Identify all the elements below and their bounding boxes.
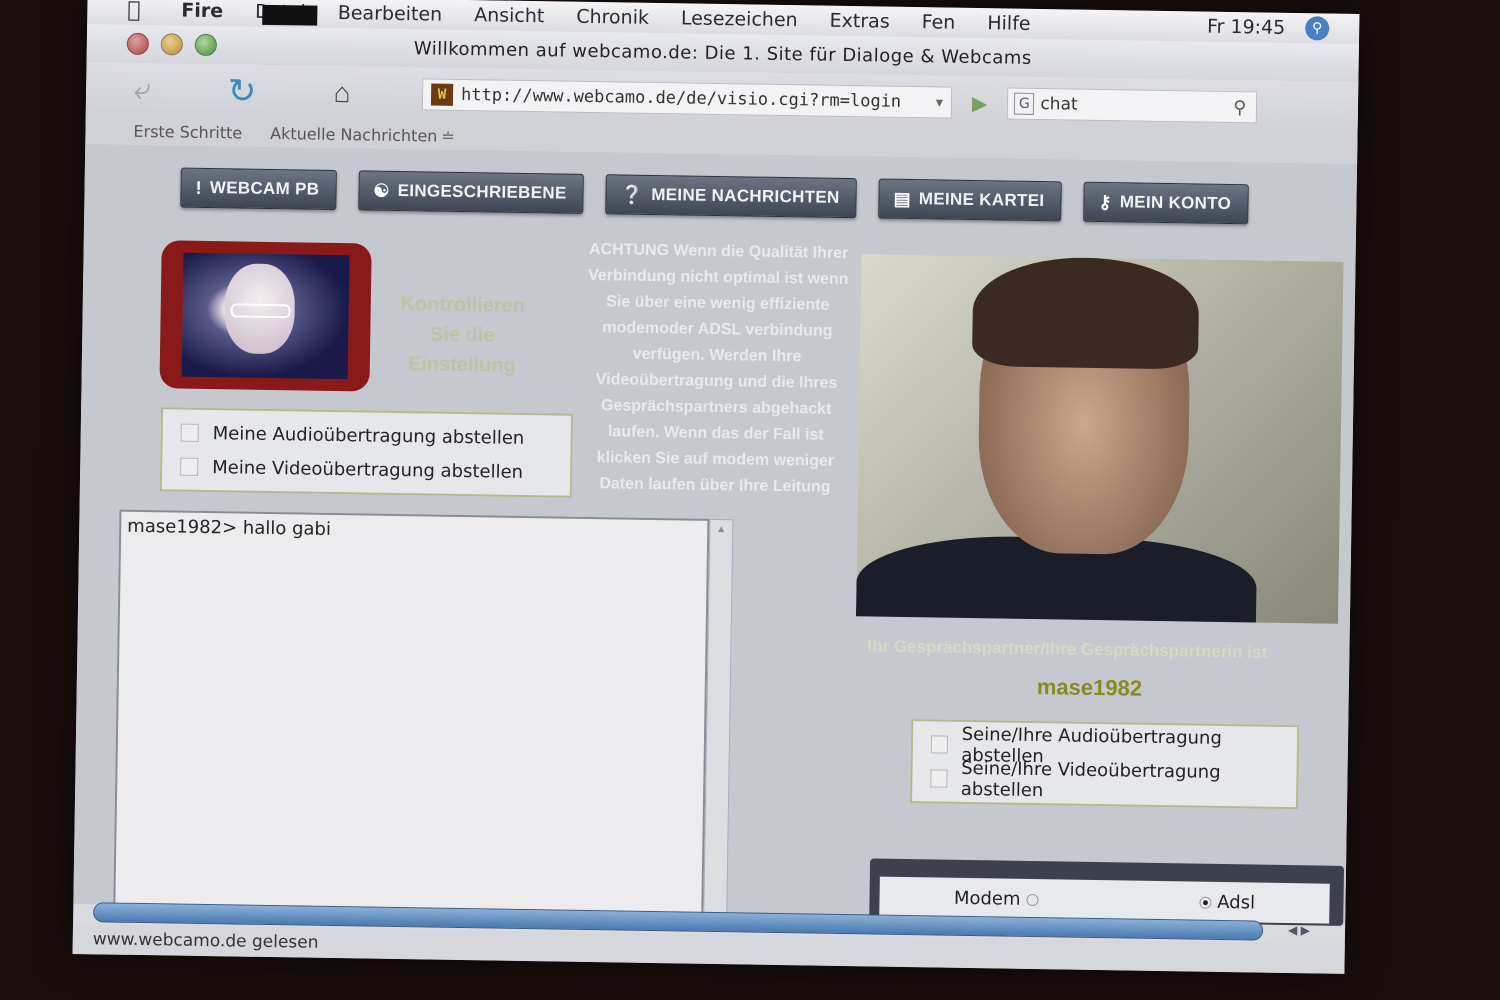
- menu-hilfe[interactable]: Hilfe: [987, 12, 1031, 35]
- go-arrow-icon[interactable]: ▶: [972, 90, 988, 115]
- search-engine-icon[interactable]: G: [1014, 92, 1035, 115]
- self-video-option[interactable]: Meine Videoübertragung abstellen: [180, 450, 552, 490]
- search-bar[interactable]: G chat ⚲: [1007, 87, 1258, 124]
- self-transmission-options: Meine Audioübertragung abstellen Meine V…: [159, 407, 574, 498]
- redaction-bar: [262, 4, 318, 26]
- partner-transmission-options: Seine/Ihre Audioübertragung abstellen Se…: [910, 719, 1300, 810]
- nav-label: MEIN KONTO: [1119, 192, 1232, 214]
- menu-lesezeichen[interactable]: Lesezeichen: [681, 7, 798, 31]
- nav-label: MEINE NACHRICHTEN: [651, 184, 840, 207]
- menu-ansicht[interactable]: Ansicht: [474, 4, 544, 27]
- partner-video-option[interactable]: Seine/Ihre Videoübertragung abstellen: [930, 758, 1278, 801]
- partner-caption: Ihr Gesprächspartner/Ihre Gesprächspartn…: [867, 636, 1268, 662]
- reload-icon[interactable]: ↻: [222, 72, 263, 110]
- self-audio-checkbox[interactable]: [180, 423, 199, 442]
- url-dropdown-icon[interactable]: ▼: [936, 95, 943, 109]
- projected-screen:  Fire Datei Bearbeiten Ansicht Chronik …: [72, 0, 1360, 974]
- partner-hair: [971, 256, 1200, 370]
- adsl-option[interactable]: Adsl: [1193, 891, 1255, 913]
- menubar-clock[interactable]: Fr 19:45: [1207, 16, 1285, 39]
- chat-message: mase1982> hallo gabi: [127, 515, 332, 540]
- apple-icon[interactable]: : [127, 0, 151, 23]
- menu-bearbeiten[interactable]: Bearbeiten: [338, 2, 443, 26]
- bookmark-erste-schritte[interactable]: Erste Schritte: [133, 121, 242, 142]
- site-nav: ! WEBCAM PB ☯ EINGESCHRIEBENE ❔ MEINE NACHR…: [180, 167, 1249, 225]
- modem-option[interactable]: Modem: [954, 887, 1045, 909]
- adsl-label: Adsl: [1217, 891, 1256, 914]
- nav-webcam-pb-button[interactable]: ! WEBCAM PB: [180, 167, 337, 210]
- partner-name: mase1982: [1036, 674, 1143, 701]
- menu-extras[interactable]: Extras: [829, 10, 889, 33]
- nav-eingeschriebene-button[interactable]: ☯ EINGESCHRIEBENE: [357, 170, 584, 214]
- self-video-label: Meine Videoübertragung abstellen: [212, 456, 524, 483]
- menu-chronik[interactable]: Chronik: [576, 6, 649, 29]
- bookmark-aktuelle-nachrichten[interactable]: Aktuelle Nachrichten: [270, 123, 437, 145]
- menu-fenster[interactable]: Fen: [922, 11, 956, 34]
- file-icon: ▤: [893, 188, 912, 209]
- scroll-arrows-icon[interactable]: ◀ ▶: [1288, 923, 1310, 937]
- nav-meine-kartei-button[interactable]: ▤ MEINE KARTEI: [878, 178, 1062, 222]
- partner-video-checkbox[interactable]: [930, 769, 948, 788]
- settings-hint: Kontrollieren Sie die Einstellung: [400, 293, 526, 377]
- quality-warning: ACHTUNG Wenn die Qualität Ihrer Verbindu…: [587, 240, 849, 496]
- chat-scrollbar[interactable]: ▲: [703, 518, 734, 920]
- scroll-up-icon[interactable]: ▲: [710, 520, 732, 540]
- nav-label: EINGESCHRIEBENE: [397, 180, 567, 203]
- nav-mein-konto-button[interactable]: ⚷ MEIN KONTO: [1083, 181, 1249, 225]
- self-audio-label: Meine Audioübertragung abstellen: [212, 422, 525, 449]
- nav-label: MEINE KARTEI: [918, 189, 1045, 211]
- self-glasses: [230, 303, 291, 319]
- modem-label: Modem: [953, 887, 1021, 910]
- rss-icon[interactable]: ≐: [441, 126, 455, 145]
- search-input[interactable]: chat: [1040, 94, 1078, 115]
- self-webcam-video: [181, 252, 350, 380]
- search-icon[interactable]: ⚲: [1233, 97, 1247, 118]
- message-icon: ❔: [620, 183, 644, 205]
- menu-app-name[interactable]: Fire: [181, 0, 223, 22]
- self-webcam-frame: [159, 240, 372, 392]
- partner-webcam-video: [855, 254, 1344, 624]
- home-icon[interactable]: ⌂: [322, 76, 363, 111]
- self-video-checkbox[interactable]: [180, 457, 199, 476]
- chat-log[interactable]: mase1982> hallo gabi: [113, 509, 710, 919]
- nav-label: WEBCAM PB: [209, 178, 320, 199]
- adsl-radio[interactable]: [1199, 896, 1212, 909]
- exclamation-icon: !: [195, 177, 203, 198]
- page-content: ! WEBCAM PB ☯ EINGESCHRIEBENE ❔ MEINE NACHR…: [73, 144, 1358, 926]
- partner-audio-checkbox[interactable]: [930, 735, 948, 754]
- keys-icon: ⚷: [1098, 191, 1112, 212]
- partner-video-label: Seine/Ihre Videoübertragung abstellen: [960, 757, 1221, 802]
- users-icon: ☯: [373, 180, 390, 201]
- site-favicon-icon: W: [430, 83, 454, 106]
- self-audio-option[interactable]: Meine Audioübertragung abstellen: [180, 416, 552, 456]
- modem-radio[interactable]: [1026, 893, 1039, 906]
- back-arrow-icon[interactable]: ⤶: [122, 73, 163, 108]
- nav-meine-nachrichten-button[interactable]: ❔ MEINE NACHRICHTEN: [605, 174, 857, 219]
- spotlight-icon[interactable]: ⚲: [1305, 16, 1330, 41]
- url-text[interactable]: http://www.webcamo.de/de/visio.cgi?rm=lo…: [461, 85, 901, 112]
- url-bar[interactable]: W http://www.webcamo.de/de/visio.cgi?rm=…: [421, 78, 953, 119]
